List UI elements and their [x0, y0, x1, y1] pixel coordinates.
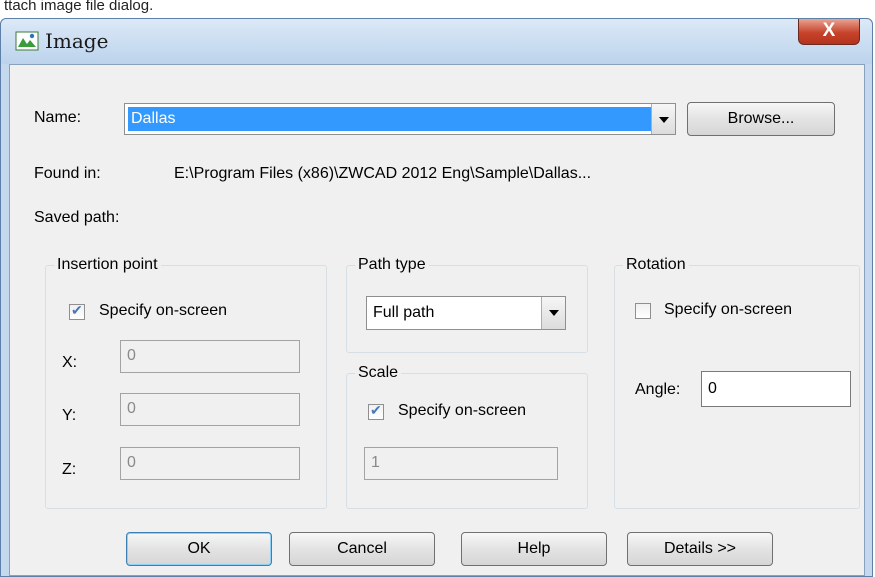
- dialog-title: Image: [45, 29, 109, 53]
- path-type-title: Path type: [355, 256, 429, 274]
- x-value: 0: [127, 347, 136, 364]
- scale-specify-checkbox[interactable]: [368, 402, 384, 420]
- details-button[interactable]: Details >>: [627, 532, 773, 566]
- rotation-specify-checkbox[interactable]: [635, 303, 651, 319]
- close-icon: X: [822, 20, 836, 41]
- angle-label: Angle:: [635, 381, 681, 398]
- ok-button[interactable]: OK: [126, 532, 272, 566]
- insertion-point-group: Insertion point Specify on-screen X: 0 Y…: [45, 256, 327, 509]
- y-value: 0: [127, 400, 136, 417]
- z-field[interactable]: 0: [120, 447, 300, 480]
- angle-value: 0: [708, 380, 717, 397]
- path-type-select[interactable]: Full path: [366, 296, 566, 330]
- help-button[interactable]: Help: [461, 532, 607, 566]
- chevron-down-icon[interactable]: [651, 104, 675, 134]
- image-app-icon: [15, 31, 39, 51]
- rotation-group: Rotation Specify on-screen Angle: 0: [614, 256, 860, 509]
- scale-value: 1: [371, 454, 380, 471]
- name-label: Name:: [34, 109, 82, 126]
- caption-strip: ttach image file dialog.: [0, 0, 875, 18]
- chevron-down-icon[interactable]: [541, 297, 565, 329]
- y-label: Y:: [62, 407, 77, 424]
- scale-group: Scale Specify on-screen 1: [346, 364, 588, 509]
- path-type-group: Path type Full path: [346, 256, 588, 353]
- angle-field[interactable]: 0: [701, 371, 851, 407]
- close-button[interactable]: X: [798, 19, 860, 45]
- x-label: X:: [62, 354, 78, 371]
- insertion-point-title: Insertion point: [54, 256, 161, 274]
- image-dialog: Image X Name: Dallas Browse... Found in:…: [0, 18, 873, 577]
- insertion-specify-label: Specify on-screen: [99, 302, 228, 319]
- saved-path-label: Saved path:: [34, 209, 120, 226]
- y-field[interactable]: 0: [120, 393, 300, 426]
- name-value: Dallas: [128, 107, 651, 131]
- cancel-button[interactable]: Cancel: [289, 532, 435, 566]
- rotation-specify-label: Specify on-screen: [664, 301, 793, 318]
- found-in-path: E:\Program Files (x86)\ZWCAD 2012 Eng\Sa…: [174, 165, 592, 182]
- z-label: Z:: [62, 461, 77, 478]
- x-field[interactable]: 0: [120, 340, 300, 373]
- rotation-title: Rotation: [623, 256, 689, 274]
- title-bar[interactable]: Image X: [1, 19, 872, 64]
- scale-title: Scale: [355, 364, 402, 382]
- path-type-value: Full path: [373, 304, 435, 321]
- insertion-specify-checkbox[interactable]: [69, 302, 85, 320]
- z-value: 0: [127, 454, 136, 471]
- dialog-client-area: Name: Dallas Browse... Found in: E:\Prog…: [9, 64, 865, 576]
- scale-field[interactable]: 1: [364, 447, 558, 480]
- browse-button[interactable]: Browse...: [687, 102, 835, 136]
- name-combobox[interactable]: Dallas: [124, 103, 676, 135]
- scale-specify-label: Specify on-screen: [398, 402, 527, 419]
- caption-text: ttach image file dialog.: [4, 0, 154, 14]
- found-in-label: Found in:: [34, 165, 101, 182]
